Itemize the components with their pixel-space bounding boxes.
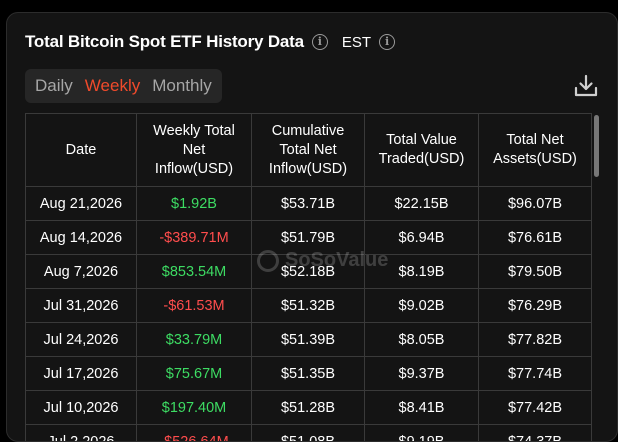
etf-history-panel: Total Bitcoin Spot ETF History Data i ES…: [6, 12, 618, 442]
cell-net-assets: $77.82B: [479, 323, 592, 357]
cell-date: Aug 14,2026: [26, 221, 137, 255]
cell-value-traded: $8.05B: [365, 323, 479, 357]
table-row: Jul 31,2026-$61.53M$51.32B$9.02B$76.29B: [26, 289, 592, 323]
table-row: Jul 24,2026$33.79M$51.39B$8.05B$77.82B: [26, 323, 592, 357]
cell-net-assets: $79.50B: [479, 255, 592, 289]
table-row: Jul 17,2026$75.67M$51.35B$9.37B$77.74B: [26, 357, 592, 391]
panel-header: Total Bitcoin Spot ETF History Data i ES…: [25, 32, 395, 52]
cell-date: Jul 10,2026: [26, 391, 137, 425]
cell-date: Jul 2,2026: [26, 425, 137, 442]
cell-weekly-inflow: $197.40M: [137, 391, 252, 425]
cell-net-assets: $76.29B: [479, 289, 592, 323]
column-header-net-assets-text: Total Net Assets(USD): [490, 131, 580, 169]
table-body: Aug 21,2026$1.92B$53.71B$22.15B$96.07BAu…: [26, 187, 592, 442]
table-row: Jul 10,2026$197.40M$51.28B$8.41B$77.42B: [26, 391, 592, 425]
table-header-row: Date Weekly Total Net Inflow(USD) Cumula…: [26, 114, 592, 187]
panel-title: Total Bitcoin Spot ETF History Data: [25, 32, 304, 52]
cell-date: Jul 31,2026: [26, 289, 137, 323]
cell-value-traded: $8.19B: [365, 255, 479, 289]
column-header-value-traded-text: Total Value Traded(USD): [376, 131, 468, 169]
cell-date: Aug 21,2026: [26, 187, 137, 221]
cell-cumulative-inflow: $53.71B: [252, 187, 365, 221]
cell-cumulative-inflow: $52.18B: [252, 255, 365, 289]
cell-net-assets: $77.42B: [479, 391, 592, 425]
column-header-date[interactable]: Date: [26, 114, 137, 187]
cell-weekly-inflow: $853.54M: [137, 255, 252, 289]
cell-value-traded: $9.02B: [365, 289, 479, 323]
cell-weekly-inflow: -$61.53M: [137, 289, 252, 323]
cell-weekly-inflow: $75.67M: [137, 357, 252, 391]
column-header-cumulative-inflow[interactable]: Cumulative Total Net Inflow(USD): [252, 114, 365, 187]
cell-value-traded: $9.19B: [365, 425, 479, 442]
column-header-weekly-inflow-text: Weekly Total Net Inflow(USD): [145, 122, 243, 179]
table-row: Jul 2,2026-$526.64M$51.08B$9.19B$74.37B: [26, 425, 592, 442]
history-table-container: Date Weekly Total Net Inflow(USD) Cumula…: [25, 113, 599, 442]
cell-weekly-inflow: -$389.71M: [137, 221, 252, 255]
column-header-value-traded[interactable]: Total Value Traded(USD): [365, 114, 479, 187]
cell-value-traded: $22.15B: [365, 187, 479, 221]
cell-date: Aug 7,2026: [26, 255, 137, 289]
cell-weekly-inflow: $1.92B: [137, 187, 252, 221]
cell-cumulative-inflow: $51.35B: [252, 357, 365, 391]
column-header-cumulative-inflow-text: Cumulative Total Net Inflow(USD): [262, 122, 354, 179]
table-row: Aug 7,2026$853.54M$52.18B$8.19B$79.50B: [26, 255, 592, 289]
table-scrollbar[interactable]: [594, 115, 599, 177]
period-tabs: Daily Weekly Monthly: [25, 69, 222, 103]
cell-cumulative-inflow: $51.39B: [252, 323, 365, 357]
cell-net-assets: $74.37B: [479, 425, 592, 442]
column-header-weekly-inflow[interactable]: Weekly Total Net Inflow(USD): [137, 114, 252, 187]
cell-cumulative-inflow: $51.32B: [252, 289, 365, 323]
cell-date: Jul 24,2026: [26, 323, 137, 357]
cell-cumulative-inflow: $51.08B: [252, 425, 365, 442]
table-row: Aug 21,2026$1.92B$53.71B$22.15B$96.07B: [26, 187, 592, 221]
column-header-net-assets[interactable]: Total Net Assets(USD): [479, 114, 592, 187]
history-table: Date Weekly Total Net Inflow(USD) Cumula…: [25, 113, 592, 442]
cell-net-assets: $76.61B: [479, 221, 592, 255]
tab-monthly[interactable]: Monthly: [146, 76, 218, 96]
cell-weekly-inflow: -$526.64M: [137, 425, 252, 442]
download-icon[interactable]: [573, 73, 599, 99]
cell-net-assets: $96.07B: [479, 187, 592, 221]
info-icon[interactable]: i: [312, 34, 328, 50]
tab-weekly[interactable]: Weekly: [79, 76, 146, 96]
cell-cumulative-inflow: $51.28B: [252, 391, 365, 425]
timezone-info-icon[interactable]: i: [379, 34, 395, 50]
cell-value-traded: $8.41B: [365, 391, 479, 425]
cell-value-traded: $9.37B: [365, 357, 479, 391]
cell-cumulative-inflow: $51.79B: [252, 221, 365, 255]
table-row: Aug 14,2026-$389.71M$51.79B$6.94B$76.61B: [26, 221, 592, 255]
cell-date: Jul 17,2026: [26, 357, 137, 391]
cell-weekly-inflow: $33.79M: [137, 323, 252, 357]
timezone-label[interactable]: EST: [342, 34, 371, 51]
tab-daily[interactable]: Daily: [29, 76, 79, 96]
cell-value-traded: $6.94B: [365, 221, 479, 255]
cell-net-assets: $77.74B: [479, 357, 592, 391]
